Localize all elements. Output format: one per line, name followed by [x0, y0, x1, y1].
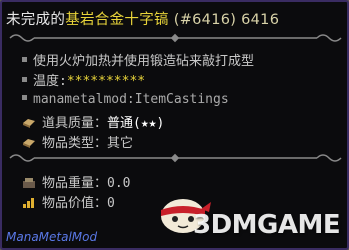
- item-name: 基岩合金十字镐: [65, 12, 169, 28]
- tooltip-title: 未完成的基岩合金十字镐 (#6416) 6416: [6, 8, 279, 29]
- temperature-line: 温度:**********: [22, 70, 145, 89]
- weight-icon: [23, 177, 35, 188]
- ornament-divider: [6, 31, 345, 45]
- type-icon: [23, 138, 35, 148]
- quality-value: 普通(★★): [107, 116, 165, 131]
- item-tooltip: 未完成的基岩合金十字镐 (#6416) 6416 使用火炉加热并使用锻造砧来敲打…: [0, 0, 349, 250]
- price-line: 物品价值：0: [22, 192, 115, 211]
- title-prefix: 未完成的: [6, 12, 66, 28]
- quality-line: 道具质量：普通(★★): [22, 112, 164, 131]
- weight-label: 物品重量：: [42, 176, 108, 191]
- item-id: (#6416): [173, 12, 237, 28]
- mod-name: ManaMetalMod: [6, 230, 98, 244]
- forging-hint-line: 使用火炉加热并使用锻造砧来敲打成型: [22, 50, 254, 69]
- price-value: 0: [107, 196, 115, 211]
- registry-name: manametalmod:ItemCastings: [33, 92, 229, 107]
- bullet-icon: [22, 95, 27, 100]
- coins-icon: [23, 197, 34, 208]
- watermark-text: 3DMGAME: [193, 210, 341, 240]
- quality-label: 道具质量：: [42, 116, 108, 131]
- price-label: 物品价值：: [42, 196, 108, 211]
- quality-icon: [23, 118, 35, 128]
- temperature-label: 温度:: [33, 74, 67, 89]
- type-line: 物品类型：其它: [22, 132, 133, 151]
- bullet-icon: [22, 77, 27, 82]
- ornament-divider: [6, 151, 345, 165]
- weight-value: 0.0: [107, 176, 131, 191]
- item-damage: 6416: [241, 12, 280, 28]
- type-label: 物品类型：: [42, 136, 108, 151]
- weight-line: 物品重量：0.0: [22, 172, 131, 191]
- registry-line: manametalmod:ItemCastings: [22, 92, 229, 107]
- type-value: 其它: [107, 136, 134, 151]
- bullet-icon: [22, 57, 27, 62]
- watermark-logo: 3DMGAME: [153, 184, 343, 244]
- temperature-value: **********: [66, 74, 146, 89]
- forging-hint: 使用火炉加热并使用锻造砧来敲打成型: [33, 54, 255, 69]
